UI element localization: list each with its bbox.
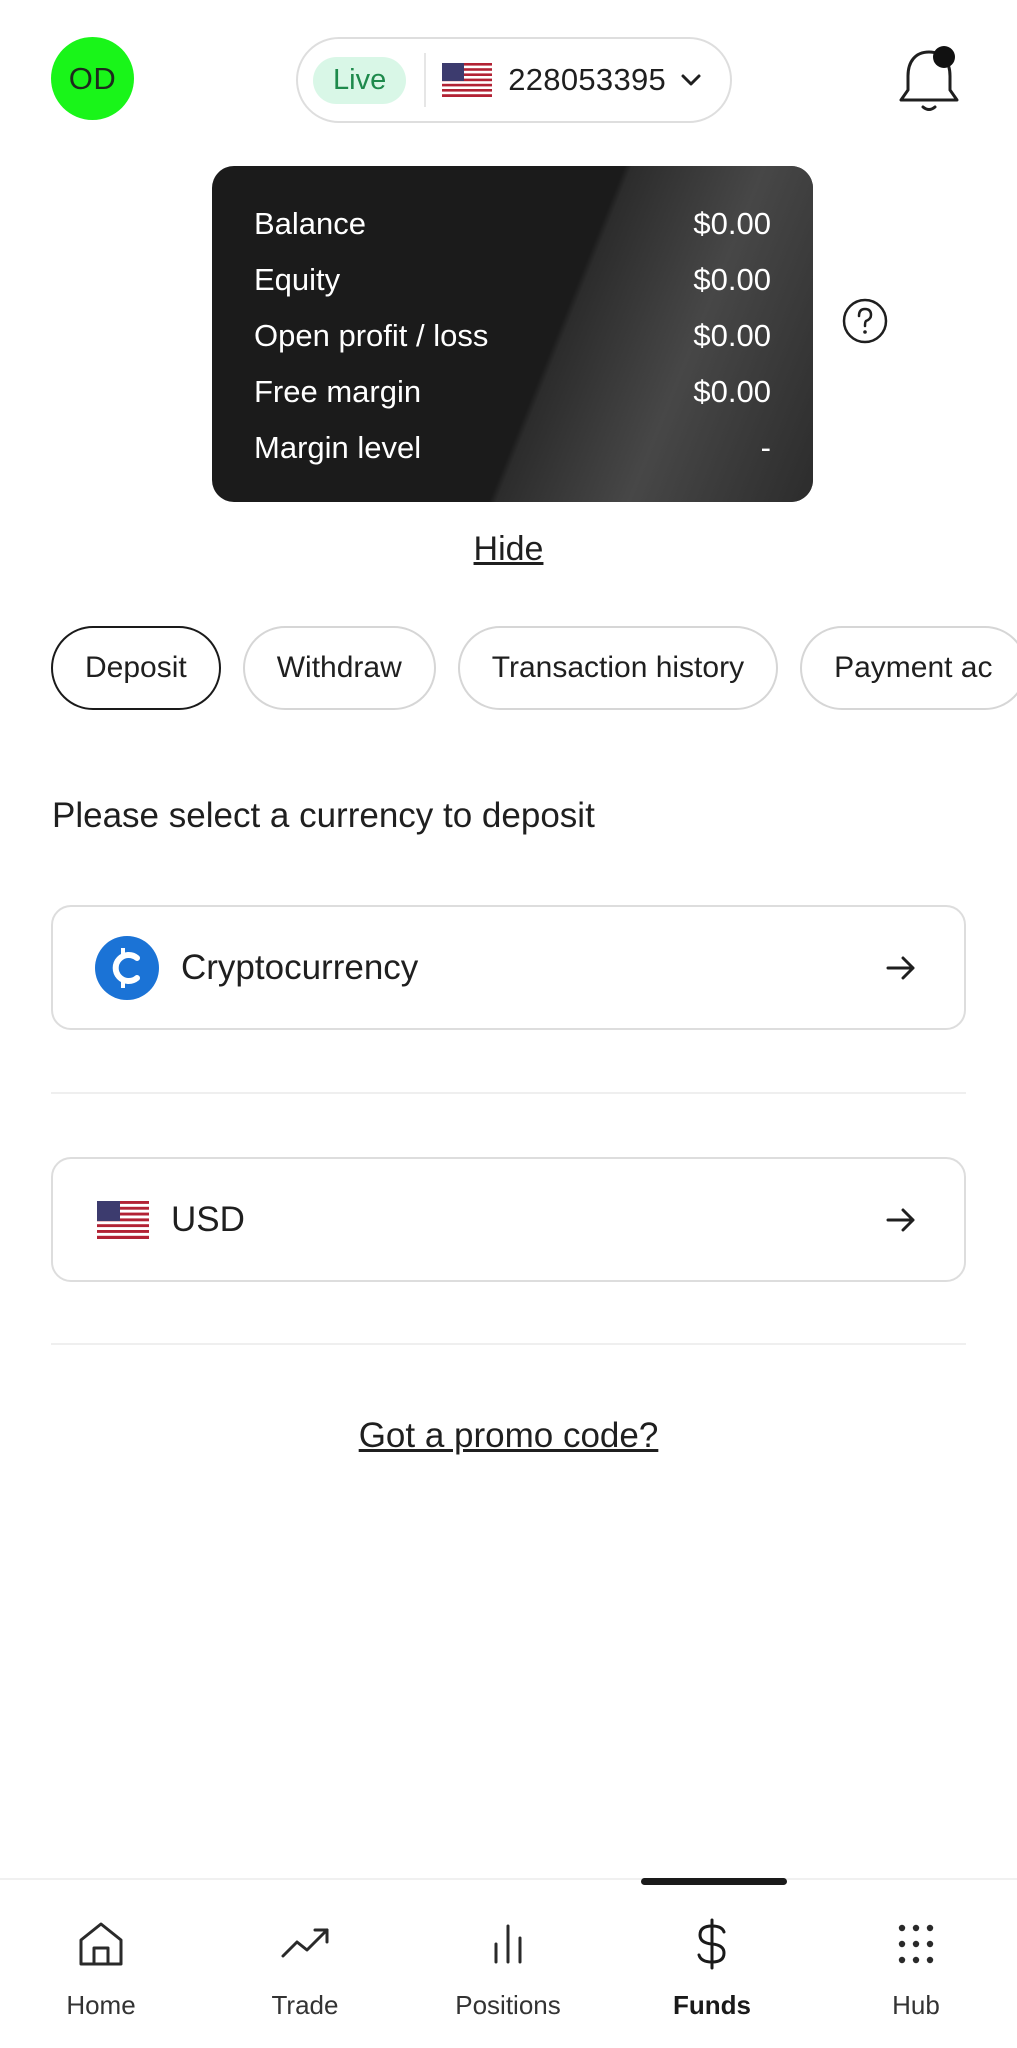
open-pl-label: Open profit / loss [254,318,489,353]
tab-deposit[interactable]: Deposit [51,626,221,710]
nav-positions[interactable]: Positions [428,1918,588,2021]
divider [51,1092,966,1094]
active-tab-indicator [641,1878,787,1885]
balance-card: Balance $0.00 Equity $0.00 Open profit /… [212,166,813,502]
grid-icon [898,1924,934,1964]
cryptocurrency-option[interactable]: Cryptocurrency [51,905,966,1030]
deposit-section-title: Please select a currency to deposit [52,796,595,835]
balance-row-open-pl: Open profit / loss $0.00 [254,308,771,364]
nav-home[interactable]: Home [21,1918,181,2021]
nav-trade[interactable]: Trade [225,1918,385,2021]
nav-home-label: Home [66,1990,136,2020]
dollar-icon [697,1918,726,1970]
avatar-initials: OD [68,60,117,96]
nav-trade-label: Trade [271,1990,339,2020]
help-icon[interactable] [841,297,889,345]
promo-code-link[interactable]: Got a promo code? [0,1416,1017,1456]
tab-payment-accounts[interactable]: Payment ac [800,626,1017,710]
nav-hub-label: Hub [892,1990,940,2020]
divider [51,1343,966,1345]
usd-label: USD [171,1199,245,1239]
cryptocurrency-label: Cryptocurrency [181,947,419,987]
usd-option[interactable]: USD [51,1157,966,1282]
balance-row-balance: Balance $0.00 [254,196,771,252]
pill-divider [424,53,427,107]
balance-row-margin-level: Margin level - [254,420,771,476]
balance-label: Balance [254,206,367,241]
open-pl-value: $0.00 [693,318,771,353]
hide-balance-link[interactable]: Hide [0,530,1017,569]
account-selector[interactable]: Live 228053395 [296,37,732,123]
nav-funds[interactable]: Funds [632,1918,792,2021]
free-margin-value: $0.00 [693,374,771,409]
chevron-down-icon [681,74,701,86]
free-margin-label: Free margin [254,374,422,409]
avatar[interactable]: OD [51,37,134,120]
arrow-right-icon [886,1208,915,1232]
margin-level-label: Margin level [254,430,422,465]
arrow-right-icon [886,956,915,980]
bars-icon [494,1924,522,1964]
equity-value: $0.00 [693,262,771,297]
balance-value: $0.00 [693,206,771,241]
tab-transaction-history[interactable]: Transaction history [457,626,779,710]
crypto-coin-icon [95,935,159,1000]
margin-level-value: - [760,430,771,465]
home-icon [79,1922,123,1966]
trend-up-icon [281,1928,329,1958]
live-badge: Live [313,56,407,104]
nav-hub[interactable]: Hub [836,1918,996,2021]
account-number: 228053395 [508,62,667,97]
tab-withdraw[interactable]: Withdraw [242,626,436,710]
balance-rows: Balance $0.00 Equity $0.00 Open profit /… [254,196,771,476]
equity-label: Equity [254,262,341,297]
us-flag-icon [97,1200,149,1239]
nav-funds-label: Funds [673,1990,751,2020]
bell-icon[interactable] [896,44,962,116]
us-flag-icon [442,63,493,97]
balance-row-free-margin: Free margin $0.00 [254,364,771,420]
funds-tabs: Deposit Withdraw Transaction history Pay… [51,626,1017,710]
balance-row-equity: Equity $0.00 [254,252,771,308]
nav-positions-label: Positions [455,1990,561,2020]
funds-page: OD Live 228053395 Balance $0.00 Equity $… [0,0,1017,2048]
